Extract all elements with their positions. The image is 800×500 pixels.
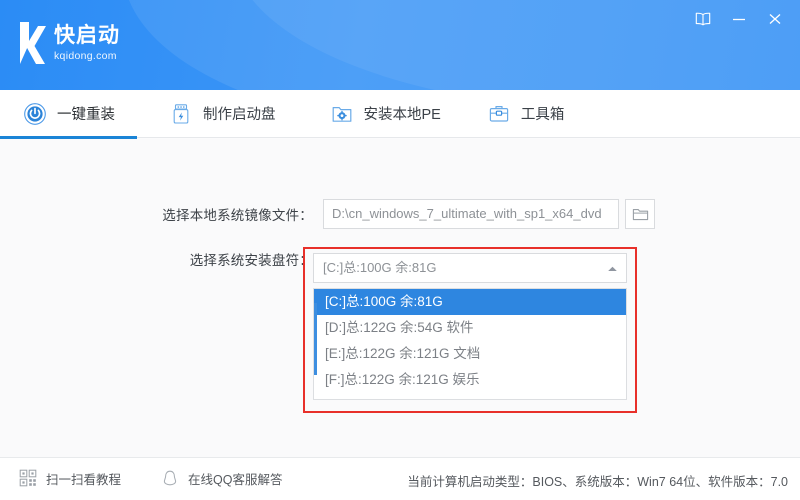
logo-title: 快启动: [54, 24, 120, 47]
iso-file-label: 选择本地系统镜像文件：: [162, 208, 313, 223]
qq-penguin-icon: [160, 468, 180, 488]
close-icon[interactable]: [760, 6, 790, 32]
drive-select-dropdown[interactable]: [C:]总:100G 余:81G [D:]总:122G 余:54G 软件 [E:…: [313, 288, 627, 400]
scan-tutorial-link[interactable]: 扫一扫看教程: [18, 468, 121, 488]
power-icon: [22, 101, 48, 127]
iso-file-row: 选择本地系统镜像文件： D:\cn_windows_7_ultimate_wit…: [140, 199, 655, 229]
folder-gear-icon: [329, 101, 355, 127]
title-bar: 快启动 kqidong.com: [0, 0, 800, 90]
tab-label: 制作启动盘: [203, 107, 276, 123]
drive-select-row: 选择系统安装盘符：: [140, 249, 313, 269]
drive-select-label: 选择系统安装盘符：: [189, 253, 313, 268]
app-logo: 快启动 kqidong.com: [16, 20, 120, 68]
drive-select-value: [C:]总:100G 余:81G: [323, 260, 437, 275]
chevron-up-icon[interactable]: [607, 265, 618, 273]
dropdown-option[interactable]: [D:]总:122G 余:54G 软件: [314, 315, 626, 341]
dropdown-option[interactable]: [E:]总:122G 余:121G 文档: [314, 341, 626, 367]
status-bar: 扫一扫看教程 在线QQ客服解答 当前计算机启动类型：BIOS、系统版本：Win7…: [0, 457, 800, 500]
dropdown-scrollbar[interactable]: [314, 303, 317, 375]
scan-tutorial-label: 扫一扫看教程: [46, 472, 122, 487]
tab-one-click-reinstall[interactable]: 一键重装: [22, 91, 115, 137]
tab-install-local-pe[interactable]: 安装本地PE: [329, 91, 441, 137]
dropdown-option[interactable]: [C:]总:100G 余:81G: [314, 289, 626, 315]
folder-icon: [632, 207, 649, 222]
logo-k-icon: [16, 20, 50, 68]
help-book-icon[interactable]: [688, 6, 718, 32]
tab-label: 一键重装: [57, 107, 115, 123]
app-window: 快启动 kqidong.com 一键重装 制作启动盘 安装本地PE 工具箱 选择…: [0, 0, 800, 500]
main-tab-bar: 一键重装 制作启动盘 安装本地PE 工具箱: [0, 90, 800, 138]
qq-support-link[interactable]: 在线QQ客服解答: [160, 468, 282, 488]
tab-make-boot-disk[interactable]: 制作启动盘: [168, 91, 276, 137]
minimize-icon[interactable]: [724, 6, 754, 32]
tab-toolbox[interactable]: 工具箱: [486, 91, 565, 137]
usb-drive-icon: [168, 101, 194, 127]
qr-code-icon: [18, 468, 38, 488]
tab-label: 工具箱: [520, 107, 565, 123]
browse-folder-button[interactable]: [625, 199, 655, 229]
window-controls: [688, 6, 790, 32]
toolbox-icon: [486, 101, 512, 127]
system-info-status: 当前计算机启动类型：BIOS、系统版本：Win7 64位、软件版本：7.0: [407, 475, 788, 489]
logo-domain: kqidong.com: [54, 50, 117, 62]
qq-support-label: 在线QQ客服解答: [188, 472, 283, 487]
dropdown-option[interactable]: [F:]总:122G 余:121G 娱乐: [314, 367, 626, 393]
drive-select-combobox[interactable]: [C:]总:100G 余:81G: [313, 253, 627, 283]
tab-label: 安装本地PE: [363, 107, 441, 123]
iso-path-input[interactable]: D:\cn_windows_7_ultimate_with_sp1_x64_dv…: [323, 199, 619, 229]
